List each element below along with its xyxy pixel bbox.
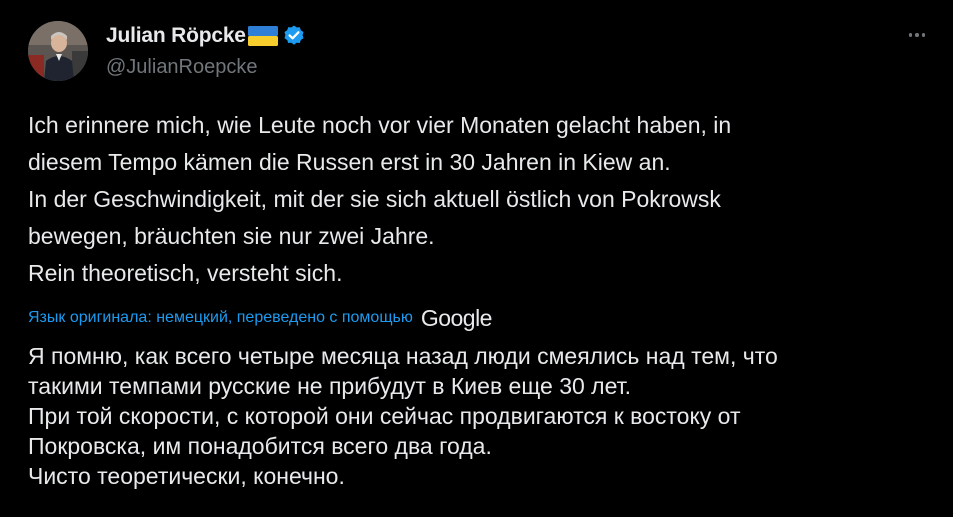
translated-text-line: Покровска, им понадобится всего два года… [28, 433, 492, 459]
tweet-original-text: Ich erinnere mich, wie Leute noch vor vi… [28, 107, 928, 292]
author-display-name[interactable]: Julian Röpcke [106, 24, 246, 48]
tweet-text-line: bewegen, bräuchten sie nur zwei Jahre. [28, 223, 435, 249]
tweet-text-line: Rein theoretisch, versteht sich. [28, 260, 343, 286]
translation-note: Язык оригинала: немецкий, переведено с п… [28, 304, 492, 332]
author-handle[interactable]: @JulianRoepcke [106, 56, 258, 79]
tweet-translated-text: Я помню, как всего четыре месяца назад л… [28, 341, 928, 491]
author-name-row: Julian Röpcke [106, 23, 306, 49]
avatar-photo [28, 21, 88, 81]
more-horizontal-icon [908, 33, 913, 37]
translation-source-link[interactable]: Язык оригинала: немецкий, переведено с п… [28, 309, 413, 327]
translated-text-line: Я помню, как всего четыре месяца назад л… [28, 343, 778, 369]
translated-text-line: такими темпами русские не прибудут в Кие… [28, 373, 631, 399]
verified-badge-icon[interactable] [282, 24, 306, 48]
tweet-text-line: In der Geschwindigkeit, mit der sie sich… [28, 186, 721, 212]
tweet-text-line: Ich erinnere mich, wie Leute noch vor vi… [28, 112, 732, 138]
ukraine-flag-icon [247, 26, 278, 46]
tweet-text-line: diesem Tempo kämen die Russen erst in 30… [28, 149, 671, 175]
translated-text-line: Чисто теоретически, конечно. [28, 463, 345, 489]
avatar[interactable] [28, 21, 88, 81]
google-logo: Google [420, 304, 493, 331]
tweet-card: Julian Röpcke @JulianRoepcke Ich erinner… [0, 0, 953, 517]
more-options-button[interactable] [903, 24, 931, 46]
translated-text-line: При той скорости, с которой они сейчас п… [28, 403, 741, 429]
